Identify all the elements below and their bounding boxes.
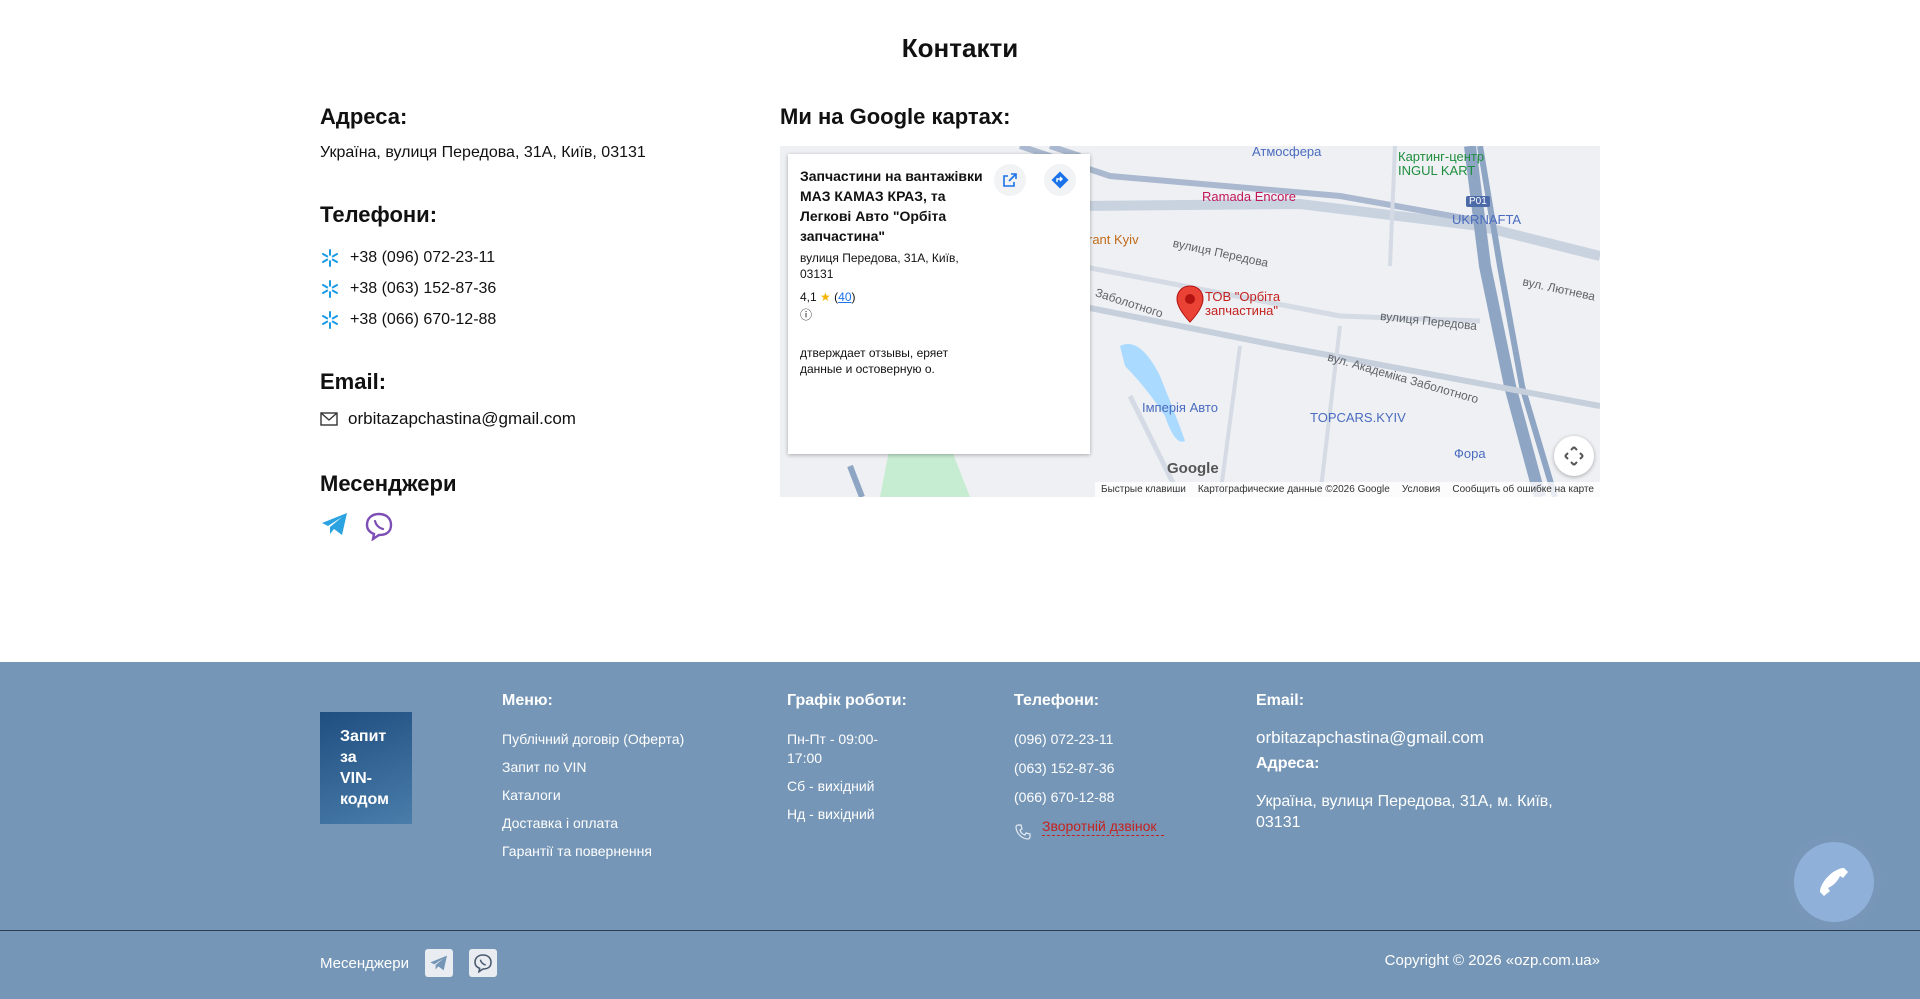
page-title: Контакти [901,33,1019,63]
footer-phone[interactable]: (063) 152-87-36 [1014,759,1194,778]
phone-item[interactable]: +38 (063) 152-87-36 [320,273,740,304]
footer-phone[interactable]: (066) 670-12-88 [1014,788,1194,807]
footer-menu-item[interactable]: Публічний договір (Оферта) [502,730,702,749]
map-data-text: Картографические данные ©2026 Google [1197,484,1390,495]
phone-icon [1820,868,1848,896]
place-name: Запчастини на вантажівки МАЗ КАМАЗ КРАЗ,… [800,168,983,244]
phone-number[interactable]: +38 (066) 670-12-88 [350,311,496,329]
footer-address: Україна, вулиця Передова, 31А, м. Київ, … [1256,793,1553,831]
footer-messengers-label: Месенджери [320,954,409,972]
map-heading: Ми на Google картах: [780,104,1011,129]
phone-number[interactable]: +38 (063) 152-87-36 [350,280,496,298]
info-icon[interactable]: ⓘ [800,306,1078,323]
kyivstar-icon [322,279,338,298]
footer-phones-heading: Телефони: [1014,692,1100,709]
callback-label[interactable]: Зворотній дзвінок [1042,817,1164,836]
google-map[interactable]: Атмосфера Картинг-центр INGUL KART Ramad… [780,146,1600,497]
viber-icon [474,954,492,973]
footer-schedule-heading: Графік роботи: [787,692,907,709]
footer-schedule: Графік роботи: Пн-Пт - 09:00-17:00 Сб - … [787,692,907,833]
directions-icon [1051,171,1069,189]
callback-link[interactable]: Зворотній дзвінок [1014,817,1194,841]
map-label-topcars[interactable]: TOPCARS.KYIV [1310,410,1406,425]
rating-value: 4,1 [800,290,817,304]
footer-address-heading: Адреса: [1256,755,1320,772]
google-logo: Google [1167,460,1219,477]
email-link[interactable]: orbitazapchastina@gmail.com [348,409,576,429]
map-label-marker[interactable]: ТОВ "Орбіта запчастина" [1205,290,1295,318]
messengers-heading: Месенджери [320,471,457,496]
footer-divider [0,930,1920,931]
footer-contacts: Email: orbitazapchastina@gmail.com Адрес… [1256,692,1586,842]
kyivstar-icon [322,310,338,329]
map-report-link[interactable]: Сообщить об ошибке на карте [1452,484,1594,495]
map-label-ramada[interactable]: Ramada Encore [1202,189,1296,204]
place-address: вулиця Передова, 31А, Київ, 03131 [800,251,959,281]
envelope-icon [320,412,338,426]
star-icon: ★ [820,290,831,304]
map-column: Ми на Google картах: Атмосфера Картинг-ц… [780,104,1600,497]
phones-list: +38 (096) 072-23-11 +38 (063) 152-87-36 … [320,242,740,335]
viber-icon[interactable] [364,511,394,541]
footer-messengers: Месенджери [320,949,497,977]
map-fullscreen-button[interactable] [1554,436,1594,476]
fullscreen-icon [1564,446,1584,466]
phone-item[interactable]: +38 (066) 670-12-88 [320,304,740,335]
schedule-item: Сб - вихідний [787,778,875,794]
address-heading: Адреса: [320,104,408,129]
vin-request-button[interactable]: Запит за VIN-кодом [320,712,412,824]
call-floating-button[interactable] [1786,834,1882,930]
map-label-karting[interactable]: Картинг-центр INGUL KART [1398,150,1508,178]
footer-telegram-button[interactable] [424,949,453,977]
footer-email-heading: Email: [1256,692,1305,709]
footer-phones: Телефони: (096) 072-23-11 (063) 152-87-3… [1014,692,1194,841]
contacts-column: Адреса: Україна, вулиця Передова, 31А, К… [320,104,740,541]
footer-email[interactable]: orbitazapchastina@gmail.com [1256,728,1586,747]
footer: Запит за VIN-кодом Меню: Публічний догов… [0,662,1920,999]
address-text: Україна, вулиця Передова, 31А, Київ, 031… [320,144,646,161]
phone-number[interactable]: +38 (096) 072-23-11 [350,249,495,267]
copyright: Copyright © 2026 «ozp.com.ua» [1384,952,1600,969]
external-link-icon [1003,173,1017,187]
directions-button[interactable] [1044,164,1076,196]
footer-phone[interactable]: (096) 072-23-11 [1014,730,1194,749]
map-label-fora[interactable]: Фора [1454,446,1486,461]
place-rating: 4,1 ★ (40) [800,290,856,304]
phone-item[interactable]: +38 (096) 072-23-11 [320,242,740,273]
map-road-shield: P01 [1466,196,1490,207]
email-item[interactable]: orbitazapchastina@gmail.com [320,409,740,429]
telegram-icon [430,955,447,971]
footer-menu-item[interactable]: Доставка і оплата [502,814,702,833]
place-info-card: Запчастини на вантажівки МАЗ КАМАЗ КРАЗ,… [788,154,1090,454]
map-label-restaurant[interactable]: rant Kyiv [1088,232,1139,247]
call-button-inner[interactable] [1794,842,1874,922]
map-terms-link[interactable]: Условия [1402,484,1441,495]
review-note: дтверждает отзывы, еряет данные и остове… [800,346,949,376]
schedule-item: Пн-Пт - 09:00-17:00 [787,731,879,766]
footer-menu-item[interactable]: Гарантії та повернення [502,842,702,861]
footer-menu-heading: Меню: [502,692,553,709]
messenger-links [320,511,740,541]
schedule-item: Нд - вихідний [787,806,875,822]
map-label-atmosfera[interactable]: Атмосфера [1252,146,1321,159]
map-marker-icon[interactable] [1176,285,1204,323]
phones-heading: Телефони: [320,202,438,227]
email-heading: Email: [320,369,387,394]
map-label-ukrnafta[interactable]: UKRNAFTA [1452,212,1521,227]
footer-viber-button[interactable] [468,949,497,977]
kyivstar-icon [322,248,338,267]
map-shortcuts-link[interactable]: Быстрые клавиши [1101,484,1186,495]
map-attribution: Быстрые клавиши Картографические данные … [1095,482,1600,497]
telegram-icon[interactable] [320,511,350,537]
reviews-link[interactable]: 40 [838,290,851,304]
footer-menu: Меню: Публічний договір (Оферта) Запит п… [502,692,702,870]
map-label-imperia[interactable]: Імперія Авто [1142,400,1218,415]
footer-menu-item[interactable]: Каталоги [502,786,702,805]
phone-icon [1015,824,1031,840]
open-in-maps-button[interactable] [994,164,1026,196]
footer-menu-item[interactable]: Запит по VIN [502,758,702,777]
